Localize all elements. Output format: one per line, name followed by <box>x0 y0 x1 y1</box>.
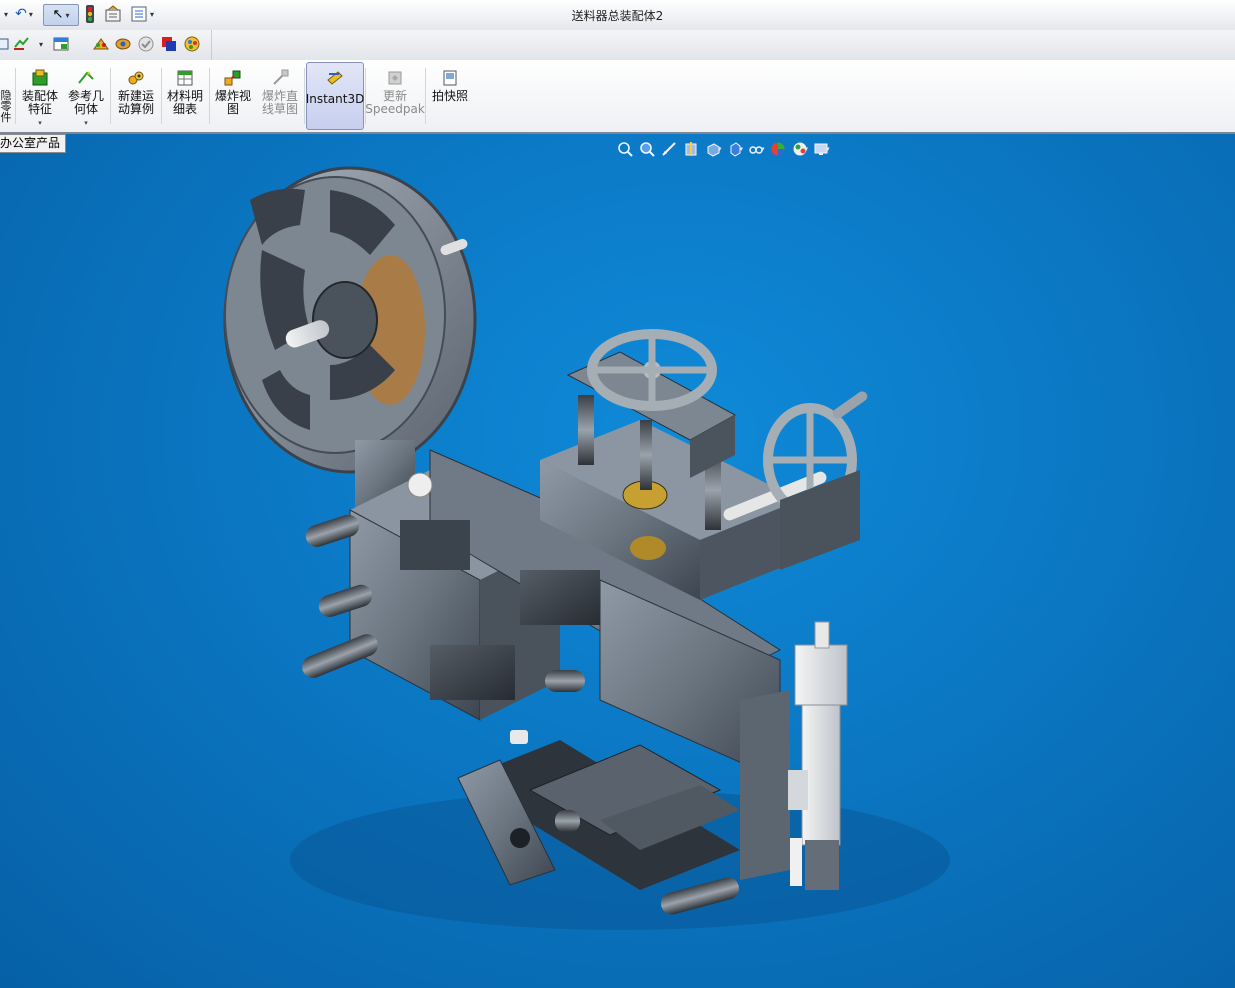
exploded-view-icon <box>223 68 243 88</box>
update-speedpak-label: 更新 Speedpak <box>365 89 425 116</box>
edit-appearance-icon[interactable] <box>767 139 789 159</box>
window-title: 送料器总装配体2 <box>571 9 664 23</box>
take-snapshot-button[interactable]: 拍快照 <box>427 64 473 130</box>
previous-view-icon[interactable] <box>658 139 680 159</box>
toolbar-separator <box>211 30 212 60</box>
mate-icon[interactable] <box>52 35 70 53</box>
dropdown-caret-icon[interactable]: ▾ <box>761 145 765 153</box>
hide-components-label: 隐 零 件 <box>0 89 12 124</box>
bill-of-materials-icon <box>175 68 195 88</box>
hide-components-button[interactable]: 隐 零 件 <box>0 64 12 130</box>
exploded-view-button[interactable]: 爆炸视 图 <box>211 64 255 130</box>
explode-line-sketch-icon <box>270 68 290 88</box>
heads-up-view-toolbar: ▾ ▾ ▾ ▾ ▾ <box>614 139 832 159</box>
new-motion-study-button[interactable]: 新建运 动算例 <box>113 64 159 130</box>
reference-geometry-button[interactable]: 参考几 何体 ▾ <box>64 64 108 130</box>
office-products-tab-label: 办公室产品 <box>0 136 61 150</box>
assembly-feature-label: 装配体 特征 <box>21 89 58 116</box>
reference-geometry-icon <box>76 68 96 88</box>
ribbon-separator <box>15 68 16 124</box>
instant3d-button[interactable]: Instant3D <box>306 62 364 130</box>
reference-geometry-label: 参考几 何体 <box>67 89 104 116</box>
reel-wheel <box>223 166 477 474</box>
ribbon-separator <box>161 68 162 124</box>
update-speedpak-button[interactable]: 更新 Speedpak <box>365 64 425 130</box>
move-component-icon[interactable] <box>114 35 132 53</box>
speedpak-icon <box>385 68 405 88</box>
insert-component-icon[interactable] <box>12 35 30 53</box>
appearance-icon[interactable] <box>183 35 201 53</box>
take-snapshot-label: 拍快照 <box>431 89 468 103</box>
dropdown-caret-icon[interactable]: ▾ <box>718 145 722 153</box>
exploded-view-label: 爆炸视 图 <box>214 89 251 116</box>
edit-component-icon[interactable] <box>0 35 10 53</box>
insert-component-dropdown[interactable]: ▾ <box>34 35 46 53</box>
zoom-to-fit-icon[interactable] <box>614 139 636 159</box>
new-motion-study-label: 新建运 动算例 <box>117 89 154 116</box>
ribbon-separator <box>110 68 111 124</box>
bill-of-materials-button[interactable]: 材料明 细表 <box>163 64 207 130</box>
title-bar: ▾ ↶ ▾ ↖ ▾ ▾ 送料器总装配体2 <box>0 0 1235 31</box>
ribbon-separator <box>209 68 210 124</box>
graphics-viewport[interactable] <box>0 134 1235 988</box>
explode-line-sketch-button[interactable]: 爆炸直 线草图 <box>257 64 303 130</box>
section-view-icon[interactable] <box>680 139 702 159</box>
ribbon-separator <box>425 68 426 124</box>
dropdown-caret-icon[interactable]: ▾ <box>740 145 744 153</box>
smart-fasteners-icon[interactable] <box>92 35 110 53</box>
motion-study-icon <box>126 68 146 88</box>
dropdown-caret-icon[interactable]: ▾ <box>826 145 830 153</box>
assembly-feature-icon <box>30 68 50 88</box>
interference-detection-icon[interactable] <box>160 35 178 53</box>
feeder-assembly-model <box>223 166 950 930</box>
bill-of-materials-label: 材料明 细表 <box>166 89 203 116</box>
dropdown-caret-icon: ▾ <box>38 39 43 49</box>
instant3d-icon <box>325 67 345 87</box>
assembly-feature-button[interactable]: 装配体 特征 ▾ <box>18 64 62 130</box>
dropdown-caret-icon[interactable]: ▾ <box>805 145 809 153</box>
command-manager: 隐 零 件 装配体 特征 ▾ 参考几 何体 ▾ 新建运 动算例 材料明 细表 爆… <box>0 60 1235 134</box>
zoom-to-area-icon[interactable] <box>636 139 658 159</box>
pneumatic-cylinder <box>788 621 848 890</box>
dropdown-caret-icon[interactable]: ▾ <box>38 117 42 130</box>
dropdown-caret-icon[interactable]: ▾ <box>84 117 88 130</box>
instant3d-label: Instant3D <box>305 92 365 106</box>
secondary-toolbar: ▾ <box>0 30 1235 61</box>
office-products-tab[interactable]: 办公室产品 <box>0 134 67 153</box>
snapshot-icon <box>440 68 460 88</box>
check-icon[interactable] <box>137 35 155 53</box>
explode-line-sketch-label: 爆炸直 线草图 <box>261 89 298 116</box>
